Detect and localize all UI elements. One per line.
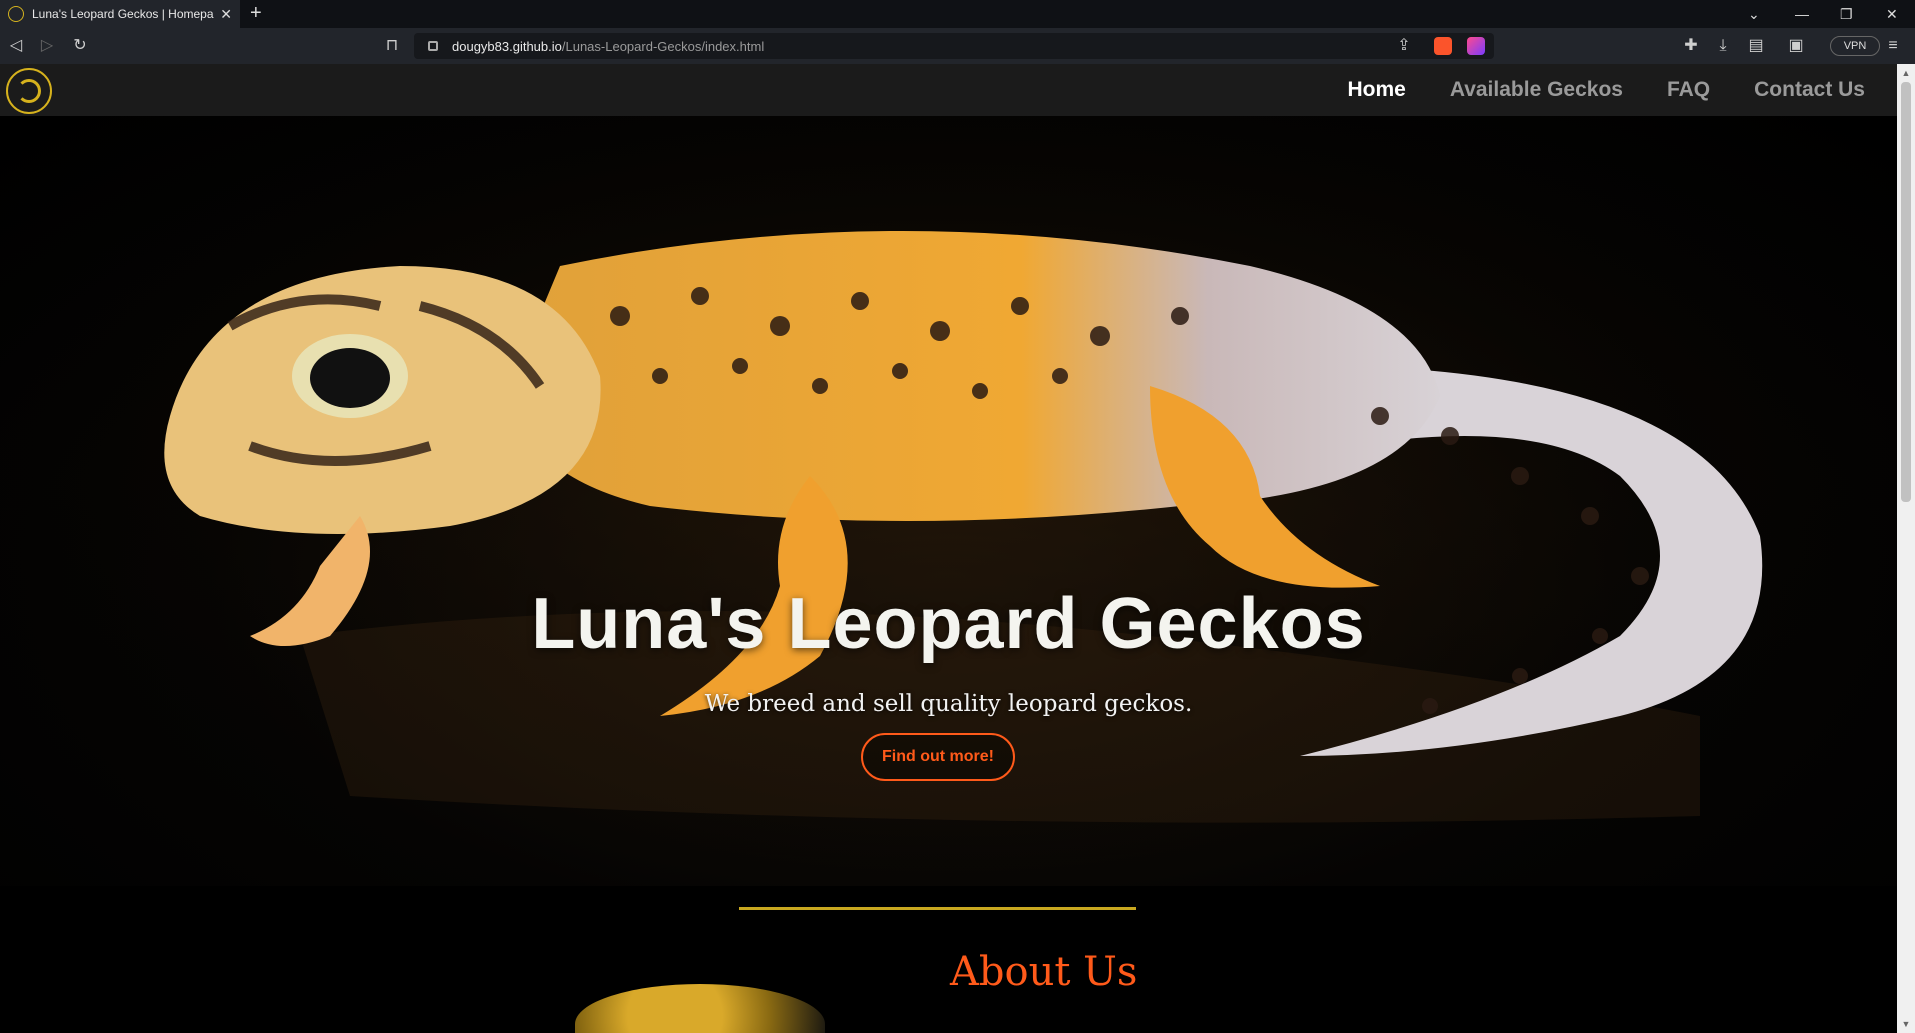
close-window-icon[interactable]: ✕: [1886, 0, 1898, 28]
restore-icon[interactable]: ❐: [1840, 0, 1853, 28]
hero-title: Luna's Leopard Geckos: [531, 584, 1366, 664]
browser-tab[interactable]: Luna's Leopard Geckos | Homepa ✕: [0, 0, 240, 28]
reload-icon[interactable]: ↻: [70, 36, 90, 56]
url-path: /Lunas-Leopard-Geckos/index.html: [561, 38, 765, 54]
bookmark-icon[interactable]: ⊓: [382, 36, 402, 56]
nav-home[interactable]: Home: [1347, 78, 1405, 102]
gecko-logo-icon[interactable]: [6, 68, 52, 114]
site-favicon-icon: [8, 6, 24, 22]
about-us-heading: About Us: [950, 949, 1138, 995]
menu-icon[interactable]: ≡: [1883, 36, 1903, 56]
tab-close-icon[interactable]: ✕: [220, 6, 232, 23]
forward-icon[interactable]: ▷: [37, 36, 57, 56]
tab-strip: Luna's Leopard Geckos | Homepa ✕ + ⌄ — ❐…: [0, 0, 1915, 28]
brave-shield-icon[interactable]: [1434, 37, 1452, 55]
new-tab-button[interactable]: +: [250, 3, 262, 23]
section-divider: [739, 907, 1136, 910]
main-nav: Home Available Geckos FAQ Contact Us: [1347, 64, 1865, 116]
share-icon[interactable]: ⇪: [1394, 36, 1414, 56]
scrollbar-thumb[interactable]: [1901, 82, 1911, 502]
scroll-up-icon[interactable]: ▲: [1901, 68, 1911, 78]
find-out-more-button[interactable]: Find out more!: [861, 733, 1015, 781]
address-bar[interactable]: dougyb83.github.io /Lunas-Leopard-Geckos…: [414, 33, 1494, 59]
hero-section: Luna's Leopard Geckos We breed and sell …: [0, 116, 1897, 886]
site-navbar: Home Available Geckos FAQ Contact Us: [0, 64, 1897, 116]
nav-faq[interactable]: FAQ: [1667, 78, 1710, 102]
rewards-icon[interactable]: [1467, 37, 1485, 55]
sidebar-icon[interactable]: ▤: [1746, 36, 1766, 56]
url-host: dougyb83.github.io: [452, 38, 562, 54]
hero-subtitle: We breed and sell quality leopard geckos…: [704, 691, 1193, 717]
nav-available-geckos[interactable]: Available Geckos: [1450, 78, 1623, 102]
tab-title: Luna's Leopard Geckos | Homepa: [32, 7, 214, 21]
back-icon[interactable]: ◁: [6, 36, 26, 56]
vpn-label: VPN: [1843, 40, 1867, 52]
wallet-icon[interactable]: ▣: [1786, 36, 1806, 56]
scroll-down-icon[interactable]: ▼: [1901, 1019, 1911, 1029]
lock-icon: [428, 41, 438, 51]
page-scrollbar[interactable]: ▲ ▼: [1897, 64, 1915, 1033]
extensions-icon[interactable]: ✚: [1681, 36, 1701, 56]
minimize-icon[interactable]: —: [1795, 0, 1809, 28]
nav-contact-us[interactable]: Contact Us: [1754, 78, 1865, 102]
web-page: Home Available Geckos FAQ Contact Us Lun…: [0, 64, 1897, 1033]
tab-search-icon[interactable]: ⌄: [1748, 0, 1760, 28]
download-icon[interactable]: ⤓: [1713, 36, 1733, 56]
vpn-button[interactable]: VPN: [1830, 36, 1880, 56]
about-gecko-image: [575, 984, 825, 1033]
